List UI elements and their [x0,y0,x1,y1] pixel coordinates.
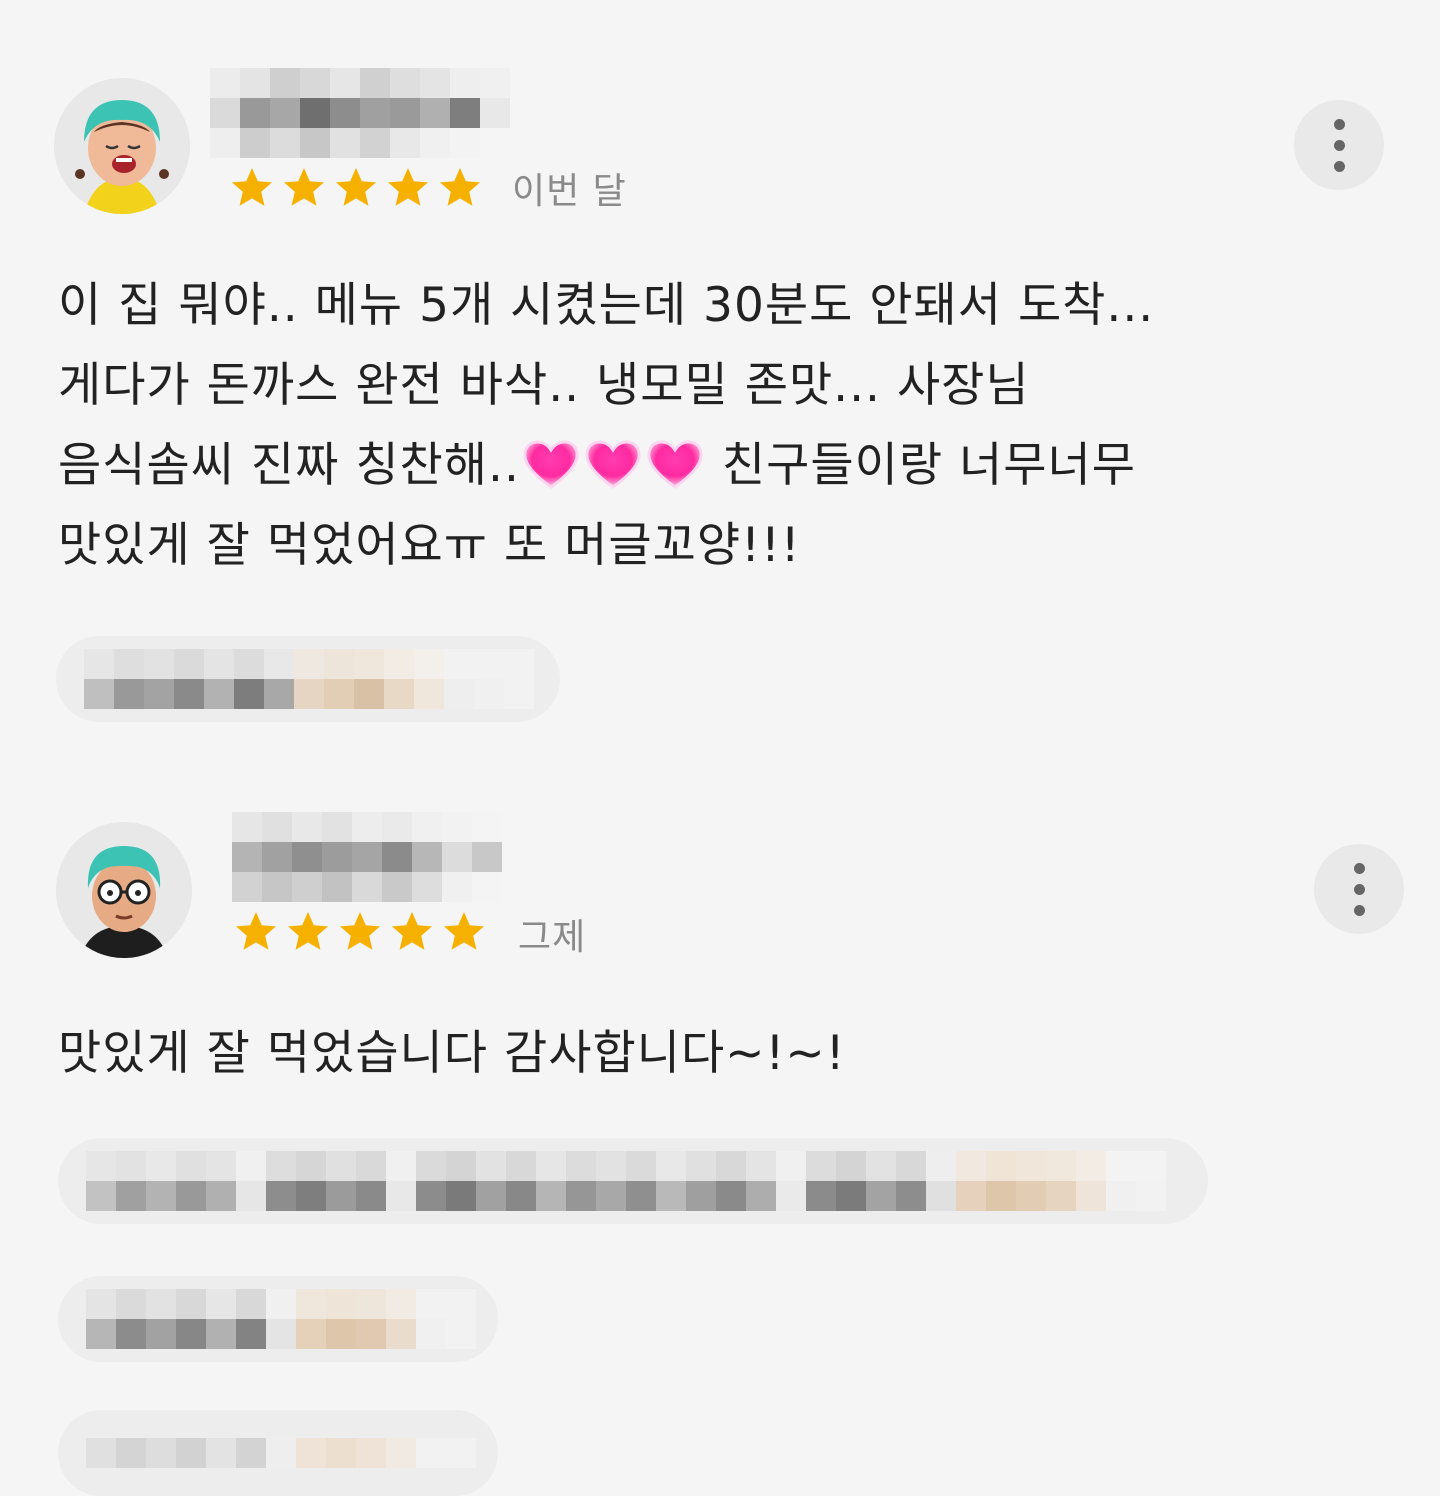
glasses-character-avatar-icon[interactable] [56,822,192,958]
review-text-line: 음식솜씨 진짜 칭찬해.. 친구들이랑 너무너무 [58,426,1154,506]
more-vertical-icon-dot [1353,883,1365,895]
star-icon [388,168,428,206]
star-icon [284,168,324,206]
blurred-menu-tag[interactable] [58,1276,498,1362]
blurred-menu-tag[interactable] [58,1410,498,1496]
rating-stars [232,908,488,956]
review-text-line: 맛있게 잘 먹었어요ㅠ 또 머글꼬양!!! [58,518,801,573]
heart-icon [523,440,579,489]
review-text-segment: 친구들이랑 너무너무 [705,438,1136,493]
heart-icon [647,440,703,489]
star-icon [440,168,480,206]
review-text: 맛있게 잘 먹었습니다 감사합니다~!~! [58,1014,846,1094]
review-text: 이 집 뭐야.. 메뉴 5개 시켰는데 30분도 안돼서 도착... 게다가 돈… [58,266,1154,586]
star-icon [236,912,276,950]
review-text-line: 맛있게 잘 먹었습니다 감사합니다~!~! [58,1026,846,1081]
more-vertical-icon-dot [1333,160,1345,172]
more-options-button[interactable] [1294,100,1384,190]
star-icon [232,168,272,206]
review-card: 이번 달 이 집 뭐야.. 메뉴 5개 시켰는데 30분도 안돼서 도착... … [0,0,1440,760]
girl-character-avatar-icon[interactable] [54,78,190,214]
blurred-username [210,68,510,158]
review-text-line: 이 집 뭐야.. 메뉴 5개 시켰는데 30분도 안돼서 도착... [58,278,1155,333]
more-options-button[interactable] [1314,844,1404,934]
review-text-line: 게다가 돈까스 완전 바삭.. 냉모밀 존맛... 사장님 [58,358,1030,413]
star-icon [392,912,432,950]
rating-stars [228,164,484,212]
star-icon [340,912,380,950]
review-date: 그제 [518,917,587,958]
more-vertical-icon [1353,862,1365,874]
blurred-menu-tag[interactable] [58,1138,1208,1224]
blurred-menu-tag[interactable] [56,636,560,722]
star-icon [444,912,484,950]
review-text-segment: 음식솜씨 진짜 칭찬해.. [58,438,520,493]
more-vertical-icon [1333,118,1345,130]
star-icon [288,912,328,950]
review-card: 그제 맛있게 잘 먹었습니다 감사합니다~!~! [0,800,1440,1496]
heart-icon [585,440,641,489]
star-icon [336,168,376,206]
blurred-username [232,812,502,902]
more-vertical-icon-dot [1353,904,1365,916]
review-date: 이번 달 [512,171,627,212]
more-vertical-icon-dot [1333,139,1345,151]
